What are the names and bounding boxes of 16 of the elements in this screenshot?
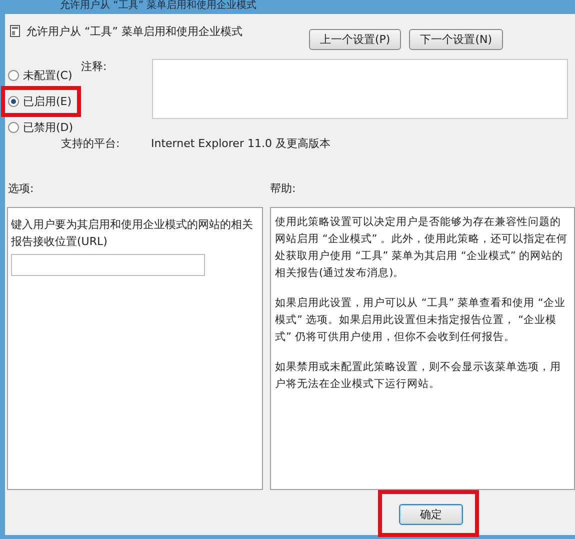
radio-label: 未配置(C) xyxy=(23,68,72,83)
previous-setting-button[interactable]: 上一个设置(P) xyxy=(308,29,402,50)
help-paragraph: 使用此策略设置可以决定用户是否能够为存在兼容性问题的网站启用 “企业模式” 。此外，使用此策略，还可以指定在何处获取用户使用 “工具” 菜单为其启用 “企业模式” 的网站的相关报告(通过发布消息)。 xyxy=(275,215,569,281)
help-paragraph: 如果禁用或未配置此策略设置，则不会显示该菜单选项，用户将无法在企业模式下运行网站。 xyxy=(275,360,562,392)
options-label: 选项: xyxy=(8,181,35,197)
comment-label: 注释: xyxy=(81,59,108,75)
url-prompt: 键入用户要为其启用和使用企业模式的网站的相关报告接收位置(URL) xyxy=(11,217,254,250)
radio-label: 已启用(E) xyxy=(23,94,72,109)
next-setting-button[interactable]: 下一个设置(N) xyxy=(409,29,503,50)
policy-title: 允许用户从 “工具” 菜单启用和使用企业模式 xyxy=(26,24,244,39)
ok-button[interactable]: 确定 xyxy=(399,504,463,524)
help-paragraph: 如果启用此设置，用户可以从 “工具” 菜单查看和使用 “企业模式” 选项。如果启用此设置但未指定报告位置， “企业模式” 仍将可供用户使用，但你不会收到任何报告。 xyxy=(275,296,566,345)
radio-label: 已禁用(D) xyxy=(23,120,74,135)
platform-value: Internet Explorer 11.0 及更高版本 xyxy=(151,136,330,151)
platform-label: 支持的平台: xyxy=(61,136,121,151)
help-label: 帮助: xyxy=(270,181,297,197)
